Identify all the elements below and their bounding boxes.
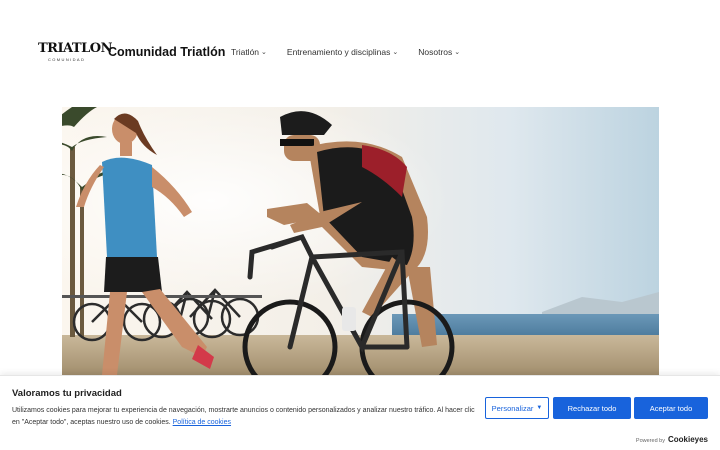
cookie-description: Utilizamos cookies para mejorar tu exper…: [12, 405, 482, 429]
customize-button[interactable]: Personalizar ▼: [485, 397, 549, 419]
cookie-body-text: Utilizamos cookies para mejorar tu exper…: [12, 407, 475, 426]
reject-all-button[interactable]: Rechazar todo: [553, 397, 631, 419]
powered-by: Powered by Cookieyes: [636, 435, 708, 444]
triathlon-photo: [62, 107, 659, 375]
site-logo[interactable]: TRIATLON COMUNIDAD: [38, 41, 112, 64]
powered-by-text: Powered by: [635, 438, 665, 444]
cookie-policy-link[interactable]: Política de cookies: [173, 419, 231, 426]
chevron-down-icon: ⌄: [261, 49, 267, 56]
cookieyes-logo[interactable]: Cookieyes: [668, 435, 708, 444]
customize-label: Personalizar: [491, 403, 534, 413]
nav-label: Nosotros: [418, 47, 453, 57]
main-nav: Triatlón ⌄ Entrenamiento y disciplinas ⌄…: [231, 47, 460, 57]
nav-item-nosotros[interactable]: Nosotros ⌄: [418, 47, 460, 57]
cookie-title: Valoramos tu privacidad: [12, 388, 122, 399]
hero-image: [62, 107, 659, 375]
nav-item-entrenamiento[interactable]: Entrenamiento y disciplinas ⌄: [287, 47, 398, 57]
nav-item-triatlon[interactable]: Triatlón ⌄: [231, 47, 267, 57]
nav-label: Triatlón: [231, 47, 260, 57]
site-title[interactable]: Comunidad Triatlón: [108, 45, 225, 59]
caret-down-icon: ▼: [536, 405, 543, 411]
nav-label: Entrenamiento y disciplinas: [286, 47, 391, 57]
cookie-consent-banner: Valoramos tu privacidad Utilizamos cooki…: [0, 375, 720, 450]
accept-all-button[interactable]: Aceptar todo: [634, 397, 708, 419]
logo-wordmark: TRIATLON: [38, 41, 112, 56]
logo-subtitle: COMUNIDAD: [48, 57, 86, 62]
chevron-down-icon: ⌄: [392, 49, 399, 56]
site-header: TRIATLON COMUNIDAD Comunidad Triatlón Tr…: [0, 0, 720, 105]
chevron-down-icon: ⌄: [454, 49, 461, 56]
